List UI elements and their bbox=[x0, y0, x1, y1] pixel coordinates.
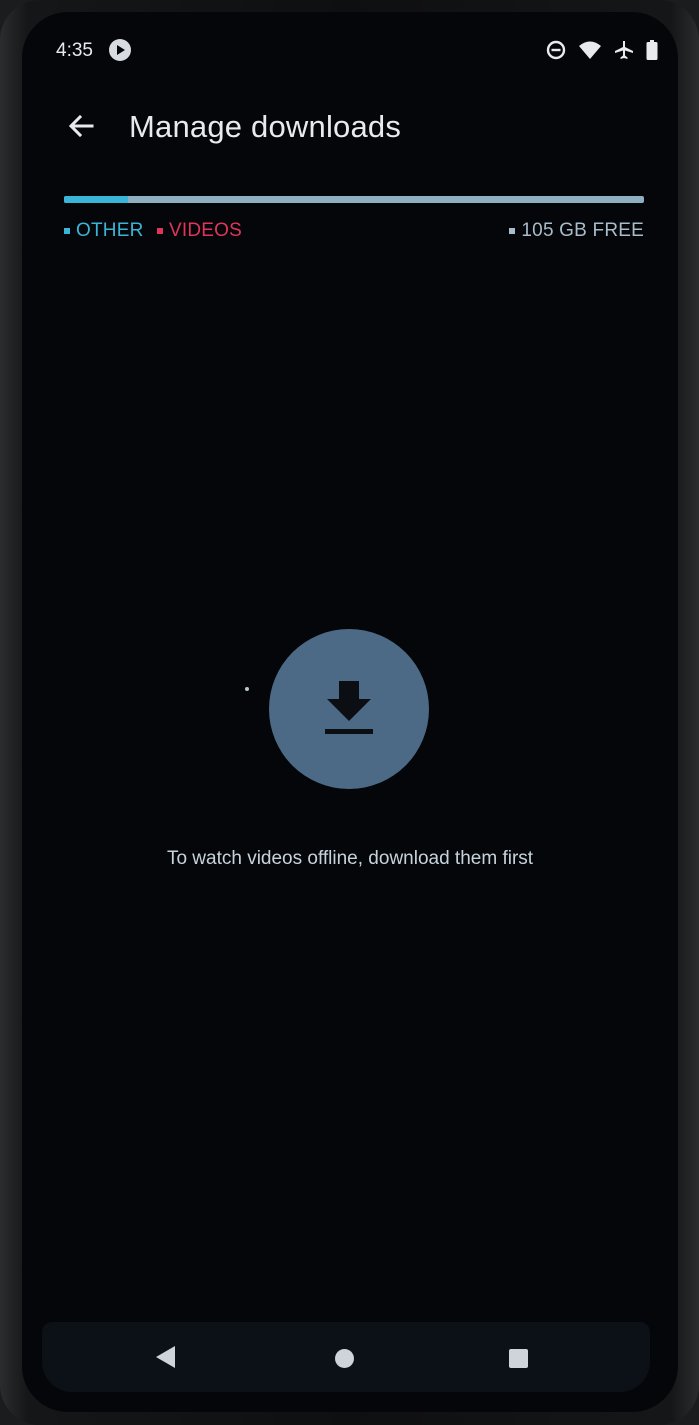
empty-state-illustration bbox=[269, 629, 429, 789]
legend-free-swatch bbox=[509, 228, 516, 234]
page-title: Manage downloads bbox=[129, 109, 402, 144]
system-nav-bar bbox=[42, 1322, 650, 1392]
decorative-dot bbox=[245, 687, 249, 691]
airplane-mode-icon bbox=[614, 40, 634, 60]
legend-videos-swatch bbox=[157, 228, 163, 234]
legend-other: OTHER bbox=[64, 220, 144, 242]
legend-other-label: OTHER bbox=[76, 220, 144, 241]
empty-state-message: To watch videos offline, download them f… bbox=[166, 848, 534, 869]
legend-other-swatch bbox=[64, 228, 70, 234]
wifi-icon bbox=[578, 40, 602, 60]
app-bar: Manage downloads bbox=[22, 94, 678, 158]
screen: 4:35 Manage downloads OTHER VIDEOS 105 G… bbox=[22, 12, 678, 1412]
arrow-back-icon bbox=[68, 114, 94, 138]
device-frame: 4:35 Manage downloads OTHER VIDEOS 105 G… bbox=[0, 0, 699, 1425]
status-bar: 4:35 bbox=[22, 12, 678, 92]
legend-videos-label: VIDEOS bbox=[169, 220, 242, 241]
legend-free: 105 GB FREE bbox=[509, 220, 644, 242]
storage-usage-bar bbox=[64, 196, 644, 203]
storage-other-segment bbox=[64, 196, 128, 203]
battery-icon bbox=[646, 40, 658, 60]
nav-back-icon[interactable] bbox=[156, 1346, 175, 1368]
nav-recents-icon[interactable] bbox=[509, 1349, 528, 1368]
legend-free-label: 105 GB FREE bbox=[521, 220, 644, 241]
do-not-disturb-icon bbox=[546, 40, 566, 60]
status-icons bbox=[546, 40, 658, 60]
app-notification-icon bbox=[109, 39, 131, 61]
status-time: 4:35 bbox=[56, 40, 93, 61]
download-icon bbox=[325, 681, 373, 734]
storage-legend: OTHER VIDEOS 105 GB FREE bbox=[64, 218, 644, 246]
back-button[interactable] bbox=[58, 108, 106, 144]
nav-home-icon[interactable] bbox=[335, 1349, 354, 1368]
legend-videos: VIDEOS bbox=[157, 220, 242, 242]
